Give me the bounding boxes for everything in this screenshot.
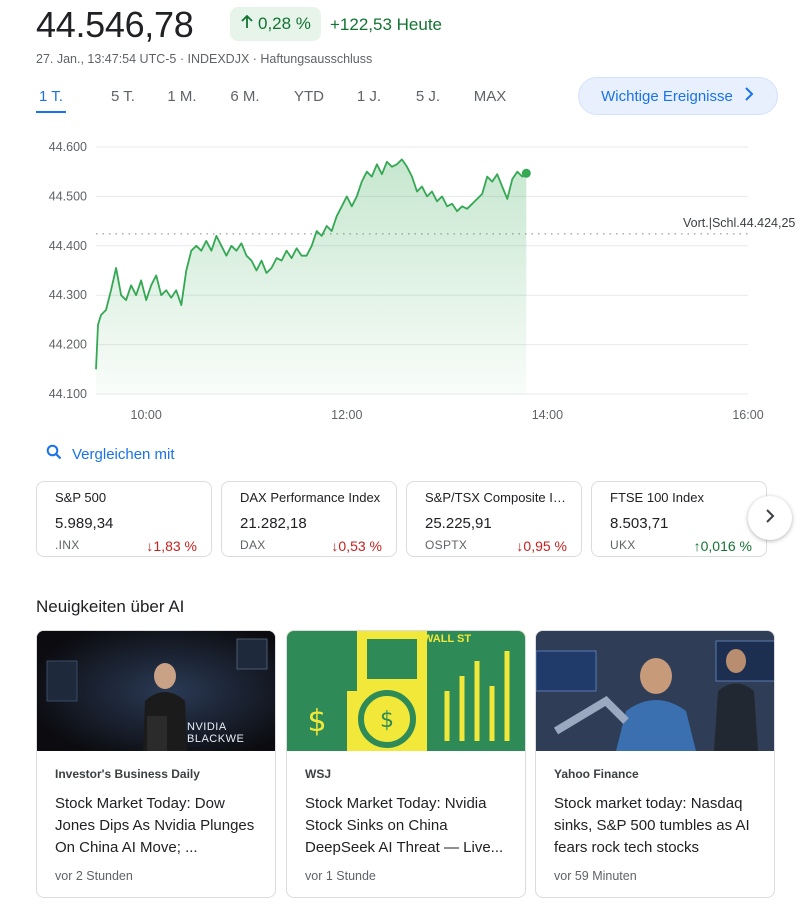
tab-1-month[interactable]: 1 M.	[164, 86, 200, 113]
news-age: vor 59 Minuten	[554, 869, 637, 883]
news-heading: Neuigkeiten über AI	[36, 597, 185, 616]
arrow-up-icon: ↑	[693, 538, 701, 554]
chevron-right-icon	[765, 508, 775, 529]
index-card-ftse[interactable]: FTSE 100 Index 8.503,71 UKX ↑0,016 %	[591, 481, 767, 557]
index-symbol: .INX	[55, 538, 80, 552]
compare-label: Vergleichen mit	[72, 445, 175, 463]
tab-5-days[interactable]: 5 T.	[105, 86, 141, 113]
compare-button[interactable]: Vergleichen mit	[46, 444, 175, 464]
index-card-sp500[interactable]: S&P 500 5.989,34 .INX ↓1,83 %	[36, 481, 212, 557]
change-percent-badge: 0,28 %	[230, 7, 321, 41]
index-symbol: UKX	[610, 538, 636, 552]
next-cards-button[interactable]	[748, 496, 792, 540]
arrow-up-icon	[240, 14, 254, 34]
index-name: S&P/TSX Composite In...	[425, 490, 567, 505]
y-tick-label: 44.200	[49, 338, 87, 352]
index-change: 0,95 %	[523, 538, 567, 554]
y-tick-label: 44.400	[49, 239, 87, 253]
news-image: NVIDIA BLACKWE	[37, 631, 275, 751]
chevron-right-icon	[743, 87, 755, 105]
index-value: 5.989,34	[55, 515, 114, 532]
change-percent: 0,28 %	[258, 14, 311, 33]
y-tick-label: 44.300	[49, 288, 87, 302]
news-source: Investor's Business Daily	[55, 767, 200, 781]
index-price: 44.546,78	[36, 4, 194, 45]
tab-5-years[interactable]: 5 J.	[413, 86, 443, 113]
quote-meta: 27. Jan., 13:47:54 UTC-5 · INDEXDJX · Ha…	[36, 52, 373, 66]
price-area	[96, 159, 527, 394]
news-card[interactable]: Yahoo Finance Stock market today: Nasdaq…	[535, 630, 775, 898]
y-tick-label: 44.500	[49, 189, 87, 203]
news-image-caption: NVIDIA BLACKWE	[187, 721, 245, 745]
current-price-dot	[521, 168, 531, 178]
key-events-button[interactable]: Wichtige Ereignisse	[578, 77, 778, 115]
index-change: 0,53 %	[338, 538, 382, 554]
y-tick-label: 44.600	[49, 140, 87, 154]
news-headline: Stock market today: Nasdaq sinks, S&P 50…	[554, 795, 750, 856]
news-card[interactable]: NVIDIA BLACKWE Investor's Business Daily…	[36, 630, 276, 898]
news-source: Yahoo Finance	[554, 767, 639, 781]
range-tabs: 1 T. 5 T. 1 M. 6 M. YTD 1 J. 5 J. MAX	[36, 86, 510, 113]
tab-1-day[interactable]: 1 T.	[36, 86, 66, 113]
x-tick-label: 16:00	[732, 408, 763, 422]
index-change: 0,016 %	[700, 538, 752, 554]
index-value: 21.282,18	[240, 515, 307, 532]
index-name: DAX Performance Index	[240, 490, 381, 505]
prev-close-label: Vort.|Schl.44.424,25	[683, 216, 795, 230]
index-value: 25.225,91	[425, 515, 492, 532]
svg-text:$: $	[307, 704, 326, 739]
tab-max[interactable]: MAX	[470, 86, 510, 113]
index-name: FTSE 100 Index	[610, 490, 704, 505]
news-image	[536, 631, 774, 751]
change-absolute: +122,53 Heute	[330, 15, 443, 34]
search-icon	[46, 444, 62, 464]
index-value: 8.503,71	[610, 515, 669, 532]
news-headline: Stock Market Today: Dow Jones Dips As Nv…	[55, 795, 255, 856]
key-events-label: Wichtige Ereignisse	[601, 87, 733, 105]
index-change: 1,83 %	[153, 538, 197, 554]
index-name: S&P 500	[55, 490, 107, 505]
tab-1-year[interactable]: 1 J.	[354, 86, 384, 113]
news-headline: Stock Market Today: Nvidia Stock Sinks o…	[305, 795, 504, 856]
tab-6-months[interactable]: 6 M.	[227, 86, 263, 113]
price-chart[interactable]: 44.600 44.500 44.400 44.300 44.200 44.100 10:0…	[0, 120, 808, 430]
news-age: vor 1 Stunde	[305, 869, 376, 883]
y-tick-label: 44.100	[49, 387, 87, 401]
tab-ytd[interactable]: YTD	[291, 86, 327, 113]
news-image-caption: WALL ST	[423, 633, 472, 645]
x-tick-label: 10:00	[131, 408, 162, 422]
x-tick-label: 14:00	[532, 408, 563, 422]
news-source: WSJ	[305, 767, 332, 781]
news-image: $ $ WALL ST	[287, 631, 525, 751]
index-symbol: OSPTX	[425, 538, 468, 552]
svg-text:$: $	[380, 708, 394, 733]
news-age: vor 2 Stunden	[55, 869, 133, 883]
index-card-tsx[interactable]: S&P/TSX Composite In... 25.225,91 OSPTX …	[406, 481, 582, 557]
x-tick-label: 12:00	[331, 408, 362, 422]
index-card-dax[interactable]: DAX Performance Index 21.282,18 DAX ↓0,5…	[221, 481, 397, 557]
index-symbol: DAX	[240, 538, 266, 552]
news-card[interactable]: $ $ WALL ST WSJ Stock Market Today: Nvid…	[286, 630, 526, 898]
